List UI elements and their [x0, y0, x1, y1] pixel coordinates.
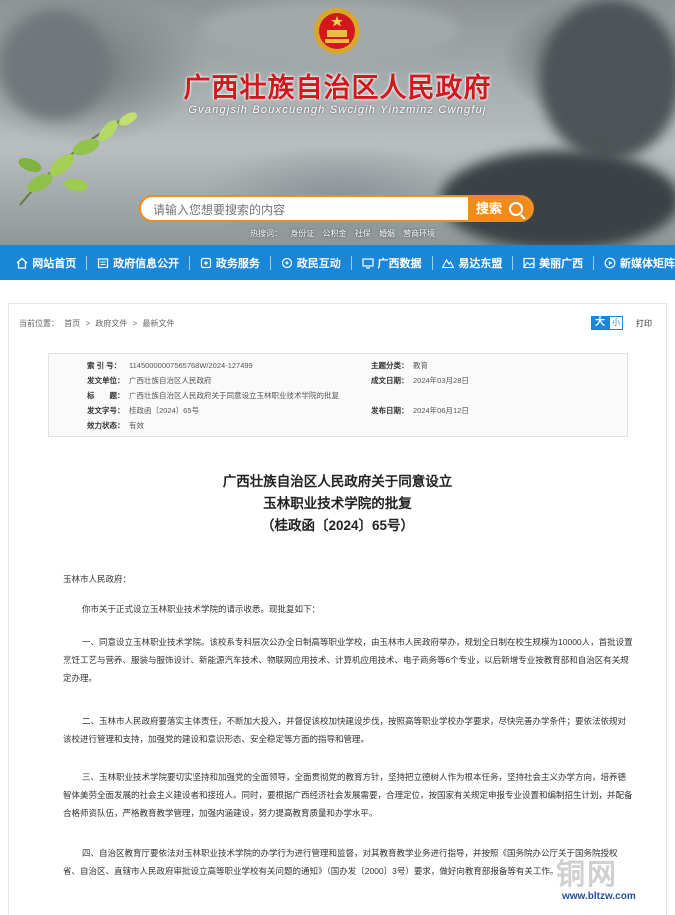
search-input[interactable]	[151, 197, 465, 220]
hot-word-link[interactable]: 婚姻	[379, 229, 395, 238]
nav-label: 广西数据	[377, 257, 422, 270]
docno-label: 发文字号：	[87, 406, 125, 415]
addressee: 玉林市人民政府：	[63, 574, 132, 584]
nav-divider	[512, 255, 514, 270]
paragraph-1: 一、同意设立玉林职业技术学院。该校系专科层次公办全日制高等职业学校，由玉林市人民…	[63, 637, 633, 683]
issuer-value: 广西壮族自治区人民政府	[129, 376, 212, 385]
meta-row: 索 引 号： 11450000007565768W/2024-127499 主题…	[49, 359, 629, 373]
search-button-label: 搜索	[476, 201, 503, 216]
national-emblem-icon	[314, 8, 360, 54]
hot-word-link[interactable]: 身份证	[290, 229, 314, 238]
nav-divider	[86, 255, 88, 270]
paragraph-3: 三、玉林职业技术学院要切实坚持和加强党的全面领导，全面贯彻党的教育方针，坚持把立…	[63, 772, 633, 818]
breadcrumb-home[interactable]: 首页	[64, 319, 80, 328]
nav-item-data[interactable]: 广西数据	[361, 255, 422, 271]
nav-item-services[interactable]: 政务服务	[200, 255, 260, 271]
site-title: 广西壮族自治区人民政府	[183, 73, 492, 104]
paragraph-2: 二、玉林市人民政府要落实主体责任，不断加大投入，并督促该校加快建设步伐，按照高等…	[63, 716, 627, 744]
nav-divider	[431, 255, 433, 270]
breadcrumb: 当前位置： 首页 > 政府文件 > 最新文件	[19, 318, 178, 329]
pubdate-label: 发布日期：	[371, 406, 409, 415]
search-icon	[509, 202, 523, 216]
paragraph-4: 四、自治区教育厅要依法对玉林职业技术学院的办学行为进行管理和监督，对其教育教学业…	[63, 848, 618, 876]
document-title-line-2: 玉林职业技术学院的批复	[263, 496, 412, 511]
nav-label: 网站首页	[32, 257, 77, 270]
meta-row: 发文字号： 桂政函〔2024〕65号 发布日期： 2024年06月12日	[49, 404, 629, 418]
nav-label: 美丽广西	[539, 257, 584, 270]
nav-divider	[350, 255, 352, 270]
date-value: 2024年03月28日	[413, 376, 469, 385]
print-button[interactable]: 打印	[636, 318, 652, 329]
site-subtitle: Gvangjsih Bouxcuengh Swcigih Yinzminz Cw…	[188, 104, 487, 116]
document-icon	[98, 257, 109, 268]
nav-divider	[189, 255, 190, 270]
pubdate-value: 2024年06月12日	[413, 406, 469, 415]
title-label: 标 题：	[87, 391, 125, 400]
nav-item-home[interactable]: 网站首页	[16, 255, 76, 271]
service-icon	[200, 257, 212, 268]
font-size-small-button[interactable]: 小	[609, 316, 623, 330]
font-size-large-button[interactable]: 大	[591, 316, 609, 330]
docno-value: 桂政函〔2024〕65号	[129, 406, 200, 415]
nav-label: 易达东盟	[458, 257, 503, 270]
breadcrumb-separator: >	[85, 319, 91, 328]
nav-label: 政民互动	[296, 257, 341, 270]
main-nav: 网站首页 政府信息公开 政务服务 政民互动 广西数据 易达东盟 美丽广西 新媒体…	[0, 245, 675, 280]
hot-word-link[interactable]: 公积金	[322, 229, 346, 238]
nav-item-gov-info[interactable]: 政府信息公开	[97, 255, 179, 271]
chat-icon	[281, 257, 292, 268]
index-label: 索 引 号：	[87, 361, 122, 370]
hot-word-link[interactable]: 营商环境	[403, 229, 435, 238]
nav-item-asean[interactable]: 易达东盟	[442, 255, 502, 271]
font-size-toggle: 大 小	[591, 316, 623, 330]
search-button[interactable]: 搜索	[468, 197, 532, 220]
valid-label: 效力状态：	[87, 421, 125, 430]
scenery-icon	[523, 257, 535, 268]
valid-value: 有效	[129, 421, 144, 430]
document-title-line-1: 广西壮族自治区人民政府关于同意设立	[222, 474, 453, 489]
hot-words-label: 热搜词：	[250, 229, 282, 238]
search-box: 搜索	[139, 195, 534, 222]
breadcrumb-label: 当前位置：	[19, 319, 59, 328]
meta-row: 发文单位： 广西壮族自治区人民政府 成文日期： 2024年03月28日	[49, 374, 629, 388]
document-meta-table: 索 引 号： 11450000007565768W/2024-127499 主题…	[48, 353, 628, 437]
meta-row: 标 题： 广西壮族自治区人民政府关于同意设立玉林职业技术学院的批复	[49, 389, 629, 403]
media-icon	[604, 257, 616, 268]
home-icon	[16, 257, 28, 269]
nav-label: 政府信息公开	[113, 257, 180, 270]
nav-divider	[269, 255, 271, 270]
nav-label: 新媒体矩阵	[619, 257, 675, 270]
mountain-icon	[442, 258, 455, 268]
breadcrumb-latest[interactable]: 最新文件	[143, 319, 175, 328]
header-banner: 广西壮族自治区人民政府 Gvangjsih Bouxcuengh Swcigih…	[0, 0, 675, 245]
watermark: 铜网	[556, 857, 619, 891]
nav-label: 政务服务	[215, 257, 260, 270]
data-icon	[361, 257, 374, 269]
nav-item-scenery[interactable]: 美丽广西	[523, 255, 583, 271]
nav-divider	[593, 255, 594, 270]
hot-words: 热搜词： 身份证 公积金 社保 婚姻 营商环境	[250, 228, 441, 239]
nav-item-media[interactable]: 新媒体矩阵	[604, 255, 675, 271]
topic-label: 主题分类：	[371, 361, 409, 370]
issuer-label: 发文单位：	[87, 376, 125, 385]
paragraph-intro: 你市关于正式设立玉林职业技术学院的请示收悉。现批复如下：	[82, 604, 321, 614]
topic-value: 教育	[413, 361, 428, 370]
title-value: 广西壮族自治区人民政府关于同意设立玉林职业技术学院的批复	[129, 391, 339, 400]
date-label: 成文日期：	[371, 376, 409, 385]
document-number-line: （桂政函〔2024〕65号）	[260, 518, 415, 533]
watermark-url: www.bltzw.com	[562, 891, 636, 902]
breadcrumb-separator: >	[132, 319, 138, 328]
hot-word-link[interactable]: 社保	[355, 229, 371, 238]
index-value: 11450000007565768W/2024-127499	[129, 361, 253, 370]
meta-row: 效力状态： 有效	[49, 419, 629, 433]
breadcrumb-gov-docs[interactable]: 政府文件	[95, 319, 127, 328]
nav-item-interaction[interactable]: 政民互动	[281, 255, 341, 271]
